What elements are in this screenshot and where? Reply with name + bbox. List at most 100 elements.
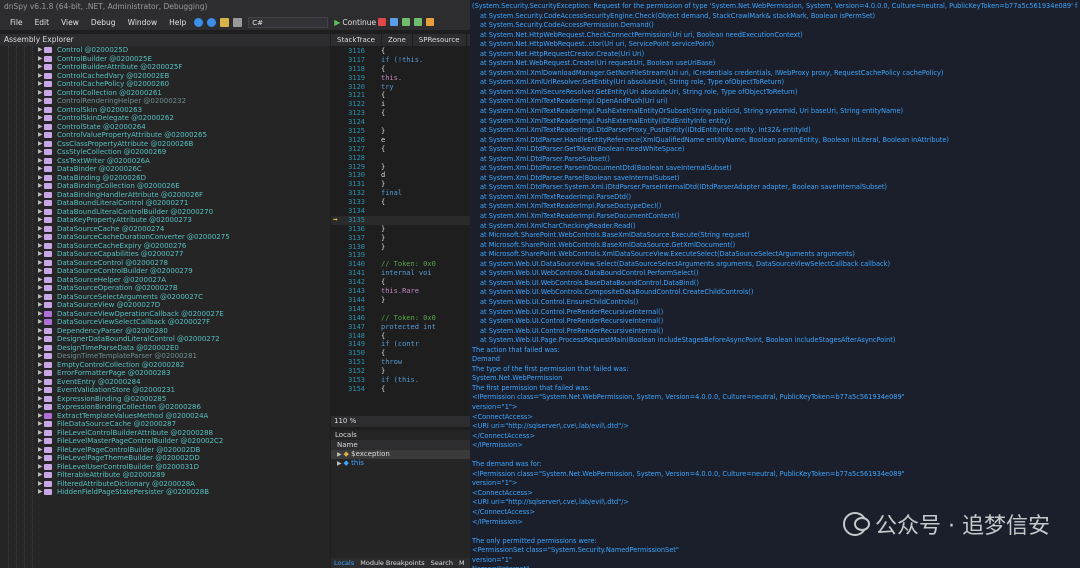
bottom-tab[interactable]: Search (428, 558, 456, 568)
expand-arrow-icon[interactable]: ▶ (38, 446, 43, 455)
tree-item[interactable]: ▶ ExpressionBindingCollection @02000286 (0, 403, 330, 412)
code-line[interactable]: 3142 { (331, 278, 470, 287)
expand-arrow-icon[interactable]: ▶ (38, 429, 43, 438)
open-icon[interactable] (220, 17, 230, 27)
code-line[interactable]: 3134 (331, 207, 470, 216)
code-line[interactable]: 3131 } (331, 180, 470, 189)
tree-item[interactable]: ▶ DataSourceCacheDurationConverter @02000… (0, 233, 330, 242)
expand-arrow-icon[interactable]: ▶ (38, 63, 43, 72)
code-line[interactable]: 3132 final (331, 189, 470, 198)
code-line[interactable]: 3144} (331, 296, 470, 305)
tree-item[interactable]: ▶ ControlBuilder @0200025E (0, 55, 330, 64)
tree-item[interactable]: ▶ DataSourceCapabilities @02000277 (0, 250, 330, 259)
code-line[interactable]: 3125 } (331, 127, 470, 136)
code-line[interactable]: 3122 i (331, 100, 470, 109)
expand-arrow-icon[interactable]: ▶ (38, 471, 43, 480)
code-line[interactable]: 3120 try (331, 83, 470, 92)
tree-item[interactable]: ▶ DataSourceViewOperationCallback @020002… (0, 310, 330, 319)
code-line[interactable]: 3139 (331, 251, 470, 260)
expand-arrow-icon[interactable]: ▶ (38, 412, 43, 421)
tree-item[interactable]: ▶ DataBinding @0200026D (0, 174, 330, 183)
menu-edit[interactable]: Edit (29, 18, 56, 27)
tab-stacktrace[interactable]: StackTrace (331, 34, 382, 46)
tree-item[interactable]: ▶ FileLevelUserControlBuilder @0200031D (0, 463, 330, 472)
code-line[interactable]: 3150 { (331, 349, 470, 358)
expand-arrow-icon[interactable]: ▶ (38, 403, 43, 412)
expand-arrow-icon[interactable]: ▶ (38, 352, 43, 361)
tree-item[interactable]: ▶ EventEntry @02000284 (0, 378, 330, 387)
expand-arrow-icon[interactable]: ▶ (38, 437, 43, 446)
expand-arrow-icon[interactable]: ▶ (38, 89, 43, 98)
tree-item[interactable]: ▶ DesignTimeTemplateParser @02000281 (0, 352, 330, 361)
code-line[interactable]: 3138} (331, 243, 470, 252)
code-line[interactable]: 3124 (331, 118, 470, 127)
code-line[interactable]: 3129 } (331, 163, 470, 172)
tree-item[interactable]: ▶ DesignerDataBoundLiteralControl @020002… (0, 335, 330, 344)
expand-arrow-icon[interactable]: ▶ (38, 259, 43, 268)
tab-zone[interactable]: Zone (382, 34, 413, 46)
expand-arrow-icon[interactable]: ▶ (38, 106, 43, 115)
expand-arrow-icon[interactable]: ▶ (38, 114, 43, 123)
tree-item[interactable]: ▶ DataSourceViewSelectCallback @0200027F (0, 318, 330, 327)
code-line[interactable]: 3141 internal voi (331, 269, 470, 278)
code-line[interactable]: 3127 { (331, 145, 470, 154)
step-into-icon[interactable] (390, 18, 399, 26)
code-line[interactable]: 3151 throw (331, 358, 470, 367)
tree-item[interactable]: ▶ ExpressionBinding @02000285 (0, 395, 330, 404)
expand-arrow-icon[interactable]: ▶ (38, 165, 43, 174)
locals-row[interactable]: ▶ ◆ $exception (331, 450, 470, 459)
save-icon[interactable] (233, 17, 243, 27)
tree-item[interactable]: ▶ DataBindingHandlerAttribute @0200026F (0, 191, 330, 200)
tree-item[interactable]: ▶ ErrorFormatterPage @02000283 (0, 369, 330, 378)
bottom-tab[interactable]: Module Breakpoints (357, 558, 427, 568)
tab-spresource[interactable]: SPResource (413, 34, 467, 46)
menu-file[interactable]: File (4, 18, 29, 27)
expand-arrow-icon[interactable]: ▶ (38, 46, 43, 55)
tree-item[interactable]: ▶ FileLevelControlBuilderAttribute @02000… (0, 429, 330, 438)
tree-item[interactable]: ▶ CssStyleCollection @02000269 (0, 148, 330, 157)
tree-item[interactable]: ▶ ControlSkinDelegate @02000262 (0, 114, 330, 123)
tree-item[interactable]: ▶ ControlValuePropertyAttribute @02000265 (0, 131, 330, 140)
expand-arrow-icon[interactable]: ▶ (38, 335, 43, 344)
expand-arrow-icon[interactable]: ▶ (38, 174, 43, 183)
code-line[interactable]: 3137 } (331, 234, 470, 243)
tree-item[interactable]: ▶ FileLevelPageControlBuilder @020002DB (0, 446, 330, 455)
expand-arrow-icon[interactable]: ▶ (38, 242, 43, 251)
code-line[interactable]: 3147 protected int (331, 323, 470, 332)
expand-arrow-icon[interactable]: ▶ (38, 131, 43, 140)
expand-arrow-icon[interactable]: ▶ (38, 233, 43, 242)
expand-arrow-icon[interactable]: ▶ (38, 318, 43, 327)
continue-button[interactable]: ▶ Continue (334, 18, 376, 27)
bottom-tab[interactable]: M (456, 558, 468, 568)
tree-item[interactable]: ▶ DesignTimeParseData @020002E0 (0, 344, 330, 353)
expand-arrow-icon[interactable]: ▶ (38, 250, 43, 259)
tree-item[interactable]: ▶ FilteredAttributeDictionary @0200028A (0, 480, 330, 489)
expand-arrow-icon[interactable]: ▶ (38, 301, 43, 310)
expand-arrow-icon[interactable]: ▶ (38, 463, 43, 472)
tree-item[interactable]: ▶ FileLevelMasterPageControlBuilder @0200… (0, 437, 330, 446)
step-out-icon[interactable] (414, 18, 423, 26)
tree-item[interactable]: ▶ DataSourceView @0200027D (0, 301, 330, 310)
back-icon[interactable] (194, 17, 204, 27)
tree-item[interactable]: ▶ DataSourceControl @02000278 (0, 259, 330, 268)
menu-view[interactable]: View (55, 18, 85, 27)
expand-arrow-icon[interactable]: ▶ (38, 344, 43, 353)
expand-arrow-icon[interactable]: ▶ (38, 123, 43, 132)
restart-icon[interactable] (426, 18, 435, 26)
expand-arrow-icon[interactable]: ▶ (38, 267, 43, 276)
code-line[interactable]: 3123 { (331, 109, 470, 118)
menu-window[interactable]: Window (122, 18, 164, 27)
tree-item[interactable]: ▶ DataSourceHelper @0200027A (0, 276, 330, 285)
code-line[interactable]: 3119 this. (331, 74, 470, 83)
tree-item[interactable]: ▶ FileLevelPageThemeBuilder @020002DD (0, 454, 330, 463)
tree-item[interactable]: ▶ DataBoundLiteralControlBuilder @0200027… (0, 208, 330, 217)
code-line[interactable]: 3130 d (331, 171, 470, 180)
code-editor[interactable]: 3116{3117 if (!this. 3118 {3119 this. 3120… (331, 46, 470, 416)
expand-arrow-icon[interactable]: ▶ (38, 157, 43, 166)
tree-item[interactable]: ▶ EventValidationStore @02000231 (0, 386, 330, 395)
tree-item[interactable]: ▶ HiddenFieldPageStatePersister @0200028B (0, 488, 330, 497)
tree-item[interactable]: ▶ ControlCachePolicy @02000260 (0, 80, 330, 89)
tree-item[interactable]: ▶ ExtractTemplateValuesMethod @0200024A (0, 412, 330, 421)
code-line[interactable]: 3128 (331, 154, 470, 163)
expand-arrow-icon[interactable]: ▶ (38, 182, 43, 191)
